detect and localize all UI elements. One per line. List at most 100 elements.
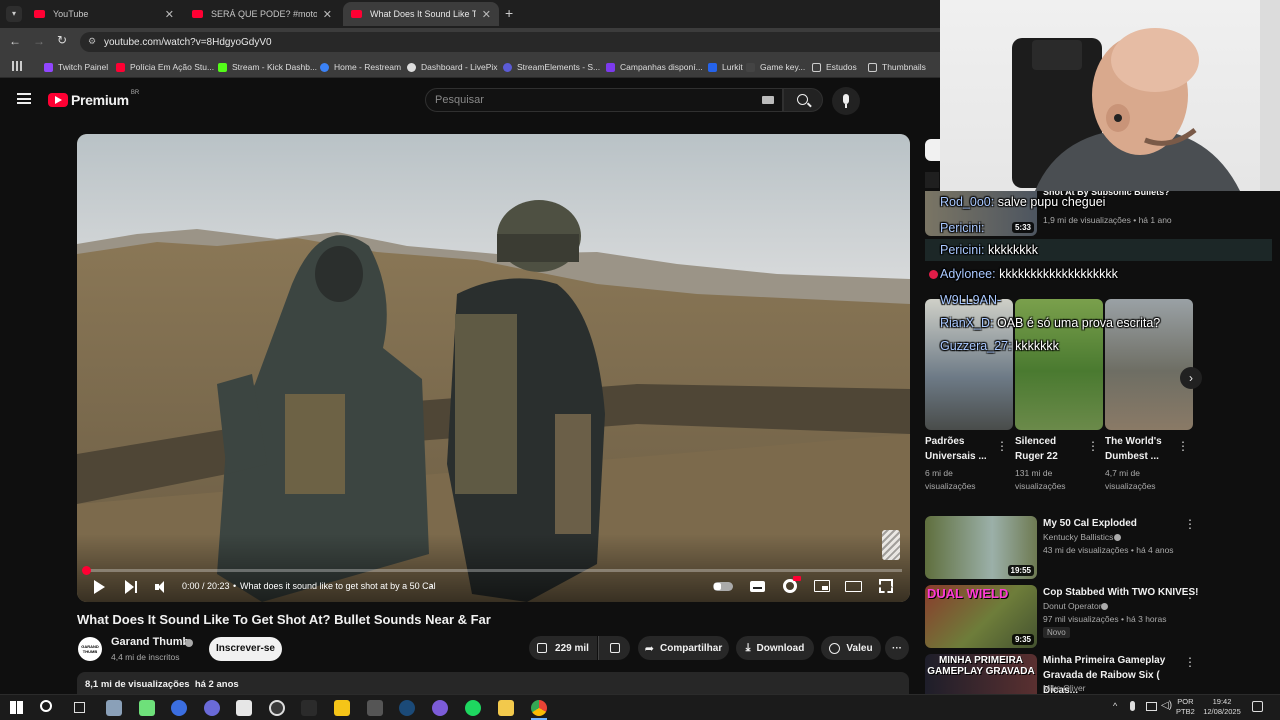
channel-name[interactable]: Garand Thumb bbox=[111, 636, 189, 648]
more-vertical-icon[interactable]: ⋮ bbox=[1184, 518, 1196, 530]
more-vertical-icon[interactable]: ⋮ bbox=[1177, 440, 1189, 452]
tray-volume-icon[interactable]: ◁) bbox=[1161, 700, 1172, 711]
back-icon[interactable]: ← bbox=[9, 34, 21, 48]
taskbar-search-icon[interactable] bbox=[40, 700, 52, 712]
notification-icon[interactable] bbox=[1252, 701, 1263, 712]
bookmark-game-key[interactable]: Game key... bbox=[746, 60, 805, 74]
file-explorer-icon[interactable] bbox=[498, 700, 514, 716]
progress-scrubber[interactable] bbox=[82, 566, 91, 575]
rec-thumbnail-2[interactable]: DUAL WIELD 9:35 bbox=[925, 585, 1037, 648]
new-tab-button[interactable]: + bbox=[505, 5, 513, 21]
close-icon[interactable]: ✕ bbox=[482, 8, 491, 21]
video-player[interactable]: 0:00 / 20:23 • What does it sound like t… bbox=[77, 134, 910, 602]
rec-title-1[interactable]: My 50 Cal Exploded bbox=[1043, 516, 1178, 531]
play-button[interactable] bbox=[94, 580, 105, 594]
like-button[interactable]: 229 mil bbox=[529, 636, 597, 660]
subtitles-icon[interactable] bbox=[750, 581, 765, 592]
windows-start-icon[interactable] bbox=[10, 701, 23, 714]
description-box[interactable]: 8,1 mi de visualizações há 2 anos bbox=[77, 672, 909, 694]
browser-tab-active-video[interactable]: What Does It Sound Like To Ge ✕ bbox=[343, 2, 499, 26]
subscribe-button[interactable]: Inscrever-se bbox=[209, 637, 282, 661]
browser-tab-youtube[interactable]: YouTube ✕ bbox=[26, 2, 182, 26]
rec-title-2[interactable]: Cop Stabbed With TWO KNIVES! bbox=[1043, 585, 1198, 600]
bookmark-policia[interactable]: Polícia Em Ação Stu... bbox=[116, 60, 214, 74]
tab-search-button[interactable]: ▾ bbox=[6, 6, 22, 22]
more-actions-button[interactable]: ··· bbox=[885, 636, 909, 660]
task-view-icon[interactable] bbox=[74, 702, 85, 713]
address-bar[interactable]: ⚙ youtube.com/watch?v=8HdgyoGdyV0 bbox=[80, 32, 940, 52]
thanks-button[interactable]: Valeu bbox=[821, 636, 881, 660]
bookmark-lurkit[interactable]: Lurkit bbox=[708, 60, 743, 74]
app-icon-9[interactable] bbox=[367, 700, 383, 716]
spotify-icon[interactable] bbox=[465, 700, 481, 716]
bookmark-folder-thumbnails[interactable]: Thumbnails bbox=[868, 60, 926, 74]
steam-icon[interactable] bbox=[399, 700, 415, 716]
campaign-icon bbox=[606, 62, 615, 72]
keyboard-layout[interactable]: POR PTB2 bbox=[1176, 697, 1195, 717]
share-button[interactable]: ➦ Compartilhar bbox=[638, 636, 729, 660]
app-icon-10[interactable] bbox=[432, 700, 448, 716]
menu-icon[interactable] bbox=[17, 93, 31, 104]
apps-grid-icon[interactable] bbox=[12, 61, 22, 71]
more-vertical-icon[interactable]: ⋮ bbox=[1184, 588, 1196, 600]
chip-bar-partial[interactable] bbox=[925, 139, 941, 161]
tray-chevron-icon[interactable]: ^ bbox=[1113, 701, 1117, 711]
bookmark-twitch-painel[interactable]: Twitch Painel bbox=[44, 60, 108, 74]
site-info-icon[interactable]: ⚙ bbox=[88, 36, 96, 47]
shorts-next-button[interactable]: › bbox=[1180, 367, 1202, 389]
autoplay-toggle[interactable] bbox=[713, 582, 733, 591]
app-icon-5[interactable] bbox=[236, 700, 252, 716]
rec-thumbnail-1[interactable]: 19:55 bbox=[925, 516, 1037, 579]
short-meta-2a: 131 mi de bbox=[1015, 468, 1053, 478]
download-button[interactable]: ⤓ Download bbox=[736, 636, 814, 660]
app-icon-7[interactable] bbox=[301, 700, 317, 716]
close-icon[interactable]: ✕ bbox=[165, 8, 174, 21]
chevron-right-icon[interactable]: › bbox=[430, 580, 433, 590]
theater-mode-icon[interactable] bbox=[845, 581, 862, 592]
settings-gear-icon[interactable] bbox=[783, 579, 797, 593]
taskbar-clock[interactable]: 19:42 12/08/2025 bbox=[1200, 697, 1244, 717]
bookmark-kick[interactable]: Stream - Kick Dashb... bbox=[218, 60, 317, 74]
app-icon-1[interactable] bbox=[106, 700, 122, 716]
chapter-title[interactable]: What does it sound like to get shot at b… bbox=[240, 581, 436, 591]
keyboard-icon[interactable] bbox=[762, 96, 774, 104]
channel-avatar[interactable]: GARAND THUMB bbox=[78, 637, 102, 661]
app-icon-8[interactable] bbox=[334, 700, 350, 716]
progress-bar[interactable] bbox=[82, 566, 902, 575]
close-icon[interactable]: ✕ bbox=[323, 8, 332, 21]
short-title-3[interactable]: The World's Dumbest ... bbox=[1105, 434, 1175, 464]
tray-mic-icon[interactable] bbox=[1130, 701, 1135, 711]
next-button[interactable] bbox=[125, 580, 139, 594]
bookmark-livepix[interactable]: Dashboard - LivePix bbox=[407, 60, 498, 74]
windows-taskbar: ^ ◁) POR PTB2 19:42 12/08/2025 bbox=[0, 694, 1280, 720]
search-input[interactable]: Pesquisar bbox=[425, 88, 783, 112]
browser-tab-moto[interactable]: SERÁ QUE PODE? #moto #moto ✕ bbox=[184, 2, 340, 26]
dislike-button[interactable] bbox=[598, 636, 630, 660]
volume-icon[interactable] bbox=[155, 580, 169, 594]
more-vertical-icon[interactable]: ⋮ bbox=[1087, 440, 1099, 452]
bookmark-folder-estudos[interactable]: Estudos bbox=[812, 60, 857, 74]
rec-channel-1[interactable]: Kentucky Ballistics bbox=[1043, 531, 1113, 544]
app-icon-6[interactable] bbox=[269, 700, 285, 716]
app-icon-2[interactable] bbox=[139, 700, 155, 716]
bookmark-restream[interactable]: Home - Restream bbox=[320, 60, 401, 74]
rec-channel-2[interactable]: Donut Operator bbox=[1043, 600, 1102, 613]
chrome-icon[interactable] bbox=[531, 700, 547, 716]
bookmark-campanhas[interactable]: Campanhas disponí... bbox=[606, 60, 703, 74]
forward-icon[interactable]: → bbox=[33, 34, 45, 48]
voice-search-button[interactable] bbox=[832, 87, 860, 115]
tray-network-icon[interactable] bbox=[1146, 702, 1157, 711]
short-title-1[interactable]: Padrões Universais ... bbox=[925, 434, 995, 464]
search-button[interactable] bbox=[783, 88, 823, 112]
bookmark-streamelements[interactable]: StreamElements - S... bbox=[503, 60, 600, 74]
short-title-2[interactable]: Silenced Ruger 22 bbox=[1015, 434, 1085, 464]
more-vertical-icon[interactable]: ⋮ bbox=[996, 440, 1008, 452]
app-icon-4[interactable] bbox=[204, 700, 220, 716]
more-vertical-icon[interactable]: ⋮ bbox=[1184, 656, 1196, 668]
app-icon-3[interactable] bbox=[171, 700, 187, 716]
rec-thumbnail-3[interactable]: MINHA PRIMEIRA GAMEPLAY GRAVADA bbox=[925, 654, 1037, 694]
miniplayer-icon[interactable] bbox=[814, 580, 830, 592]
reload-icon[interactable]: ↻ bbox=[57, 33, 67, 47]
channel-watermark[interactable] bbox=[882, 530, 900, 560]
youtube-logo[interactable]: Premium BR bbox=[48, 90, 139, 108]
